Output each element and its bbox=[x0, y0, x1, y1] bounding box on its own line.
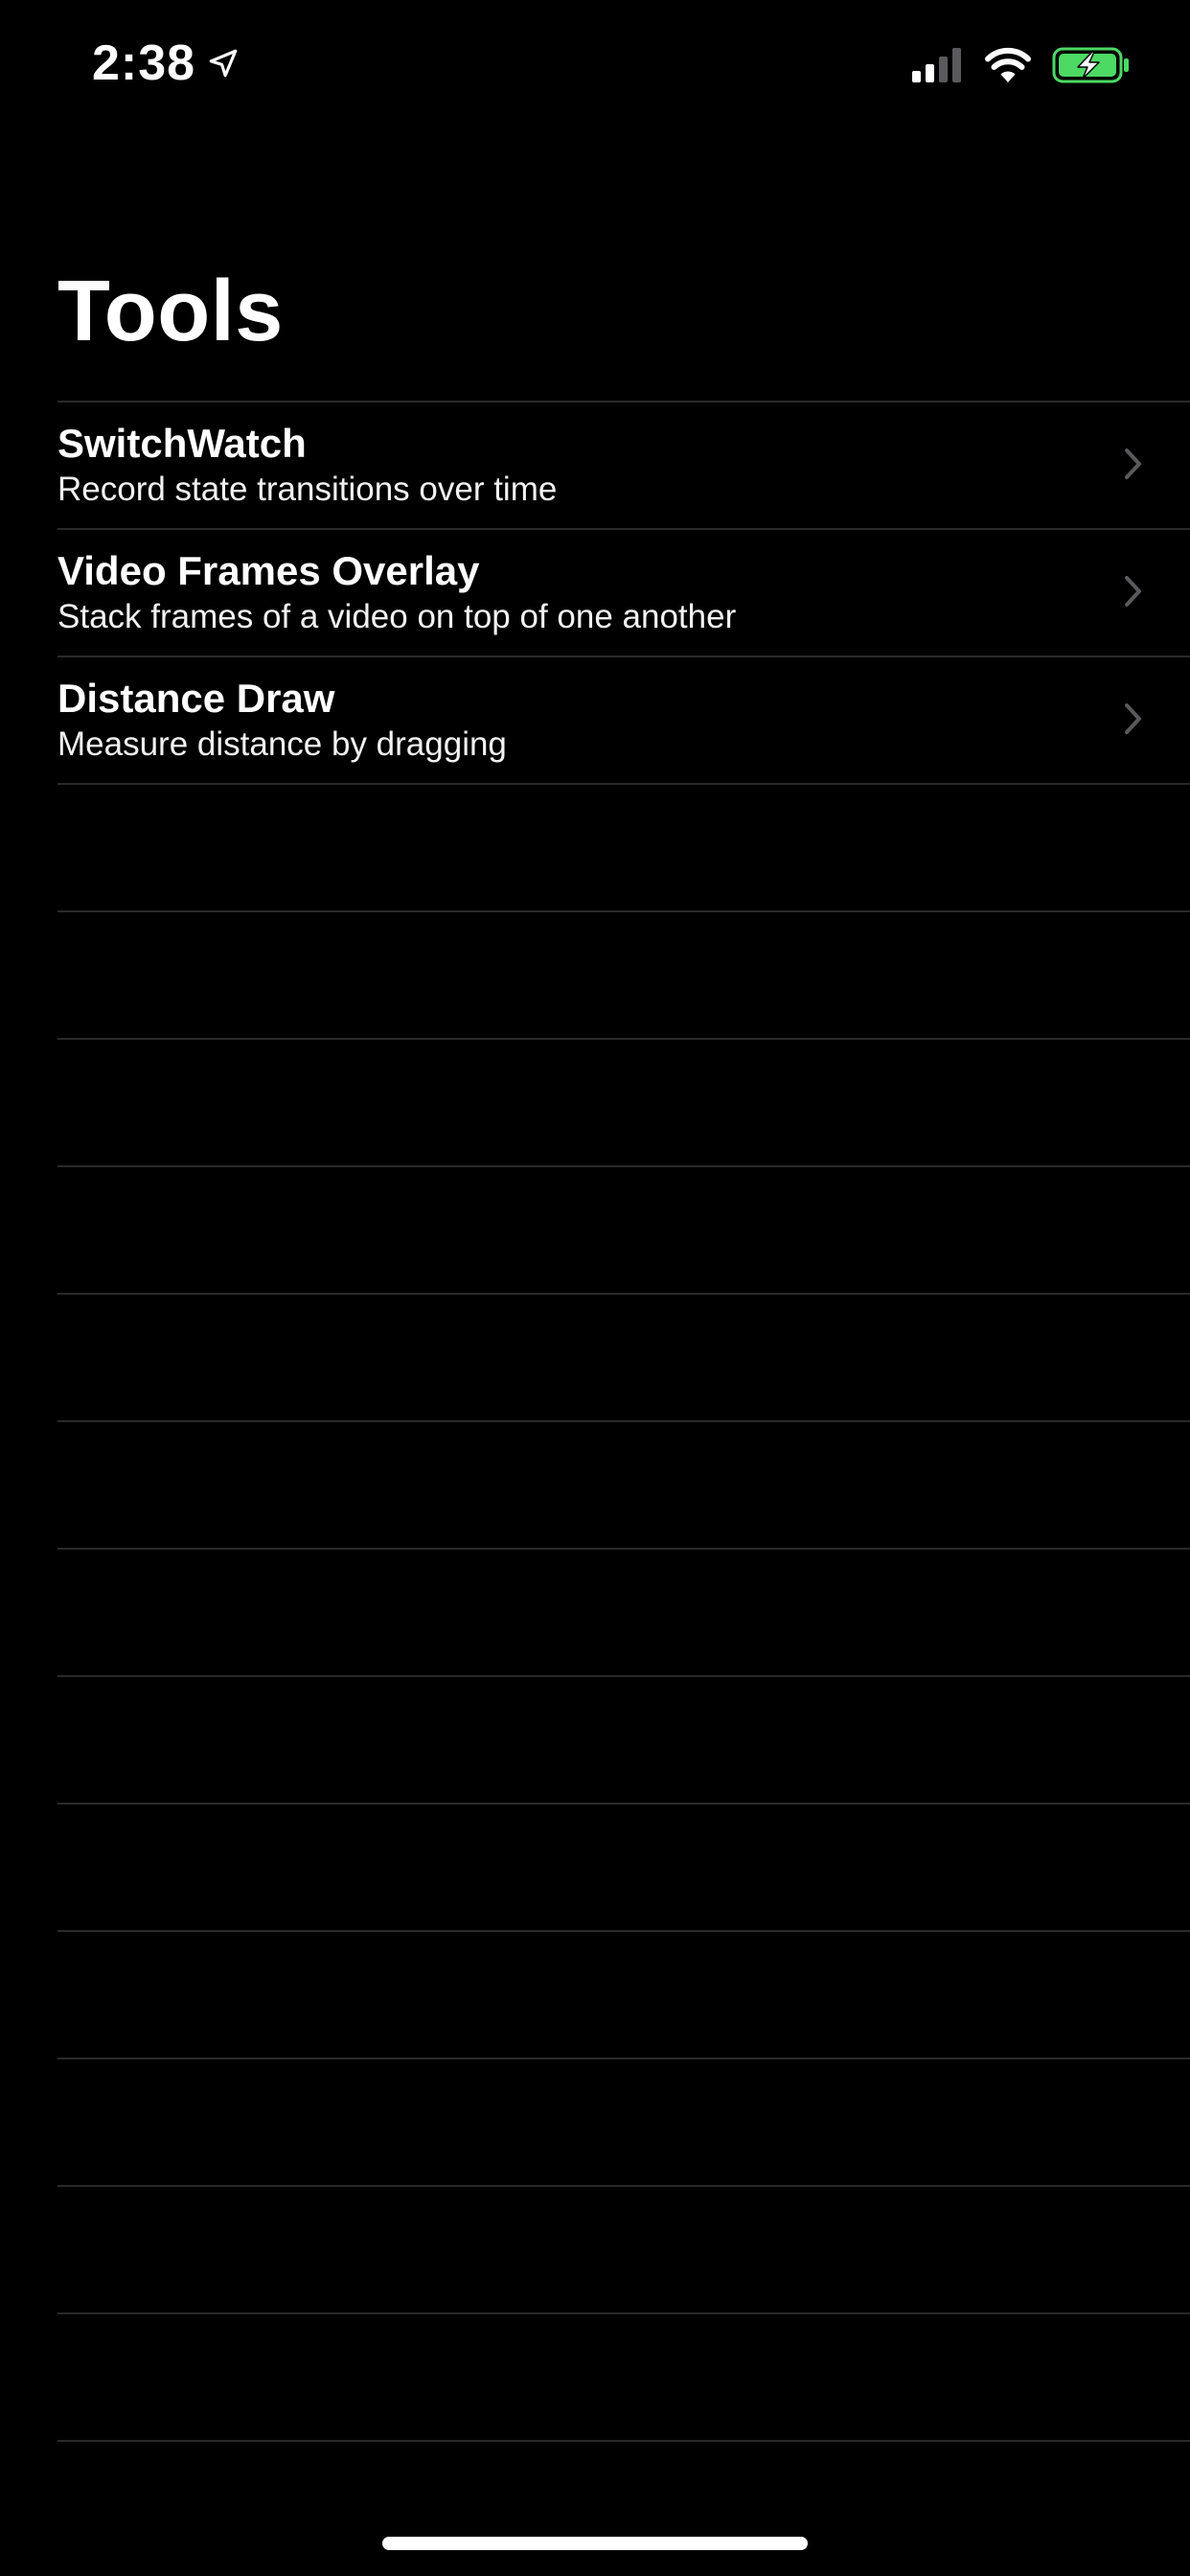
status-time-group: 2:38 bbox=[92, 33, 240, 94]
empty-list-row bbox=[0, 1420, 1190, 1548]
row-separator bbox=[57, 2312, 1190, 2314]
empty-list-row bbox=[0, 1675, 1190, 1803]
chevron-right-icon bbox=[1125, 448, 1141, 479]
list-item-title: SwitchWatch bbox=[57, 421, 307, 466]
row-separator bbox=[57, 783, 1190, 785]
row-separator bbox=[57, 1930, 1190, 1932]
status-bar: 2:38 bbox=[0, 0, 1190, 126]
row-separator bbox=[57, 1675, 1190, 1677]
row-separator bbox=[57, 1293, 1190, 1295]
empty-rows bbox=[0, 783, 1190, 2567]
battery-charging-icon bbox=[1052, 47, 1129, 83]
list-item-subtitle: Stack frames of a video on top of one an… bbox=[57, 598, 737, 635]
empty-list-row bbox=[0, 783, 1190, 910]
empty-list-row bbox=[0, 1548, 1190, 1675]
chevron-right-icon bbox=[1125, 703, 1141, 734]
list-item-title: Distance Draw bbox=[57, 676, 335, 721]
list-item-title: Video Frames Overlay bbox=[57, 548, 480, 593]
row-separator bbox=[57, 910, 1190, 912]
row-separator bbox=[57, 1420, 1190, 1422]
chevron-right-icon bbox=[1125, 576, 1141, 607]
list-item-distance-draw[interactable]: Distance Draw Measure distance by draggi… bbox=[0, 656, 1190, 783]
empty-list-row bbox=[0, 2185, 1190, 2312]
empty-list-row bbox=[0, 1293, 1190, 1420]
empty-list-row bbox=[0, 2312, 1190, 2440]
row-separator bbox=[57, 1803, 1190, 1805]
status-indicators bbox=[910, 42, 1131, 88]
location-arrow-icon bbox=[209, 49, 238, 78]
tools-list: SwitchWatch Record state transitions ove… bbox=[0, 401, 1190, 2567]
empty-list-row bbox=[0, 1803, 1190, 1930]
empty-list-row bbox=[0, 910, 1190, 1038]
cellular-signal-icon bbox=[912, 48, 961, 82]
row-separator bbox=[57, 2185, 1190, 2187]
row-separator bbox=[57, 2058, 1190, 2059]
list-item-switchwatch[interactable]: SwitchWatch Record state transitions ove… bbox=[0, 401, 1190, 528]
empty-list-row bbox=[0, 1038, 1190, 1165]
empty-list-row bbox=[0, 1930, 1190, 2058]
row-separator bbox=[57, 1038, 1190, 1040]
status-time: 2:38 bbox=[92, 35, 196, 91]
page-title: Tools bbox=[57, 264, 284, 359]
row-separator bbox=[57, 2440, 1190, 2442]
wifi-icon bbox=[985, 47, 1031, 82]
list-item-subtitle: Record state transitions over time bbox=[57, 471, 558, 508]
row-separator bbox=[57, 656, 1190, 657]
list-item-video-frames-overlay[interactable]: Video Frames Overlay Stack frames of a v… bbox=[0, 528, 1190, 656]
empty-list-row bbox=[0, 2058, 1190, 2185]
row-separator bbox=[57, 401, 1190, 402]
list-item-subtitle: Measure distance by dragging bbox=[57, 725, 507, 763]
empty-list-row bbox=[0, 1165, 1190, 1293]
row-separator bbox=[57, 1165, 1190, 1167]
home-indicator[interactable] bbox=[382, 2537, 808, 2550]
row-separator bbox=[57, 528, 1190, 530]
row-separator bbox=[57, 1548, 1190, 1550]
